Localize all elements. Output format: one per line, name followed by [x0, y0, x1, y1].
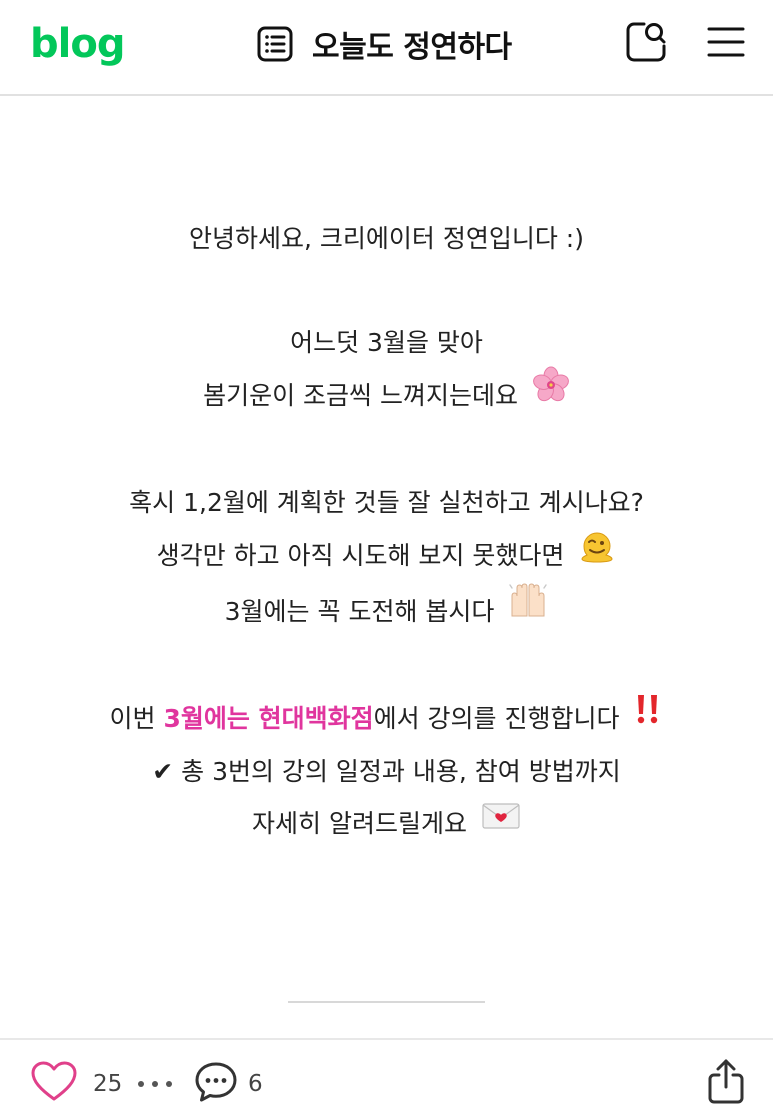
double-exclamation-emoji — [633, 691, 663, 743]
lecture-line-wrap: 이번 3월에는 현대백화점에서 강의를 진행합니다 — [0, 693, 773, 746]
more-button[interactable] — [136, 1070, 174, 1098]
share-icon — [706, 1058, 746, 1104]
spring-line-2-wrap: 봄기운이 조금씩 느껴지는데요 — [0, 366, 773, 425]
detail-line-2-wrap: 자세히 알려드릴게요 — [0, 798, 773, 851]
detail-line-2: 자세히 알려드릴게요 — [252, 809, 467, 838]
search-icon — [624, 20, 668, 64]
like-count: 25 — [93, 1071, 123, 1097]
blog-post-screen: blog 오늘도 정연하다 안녕하세요, 크리에이터 정연입니다:) 어느덧 … — [0, 0, 773, 1115]
love-letter-emoji — [481, 796, 521, 848]
blog-title: 오늘도 정연하다 — [312, 30, 512, 65]
cherry-blossom-emoji — [532, 366, 570, 422]
content-divider — [288, 1001, 485, 1003]
plan-line-2-wrap: 생각만 하고 아직 시도해 보지 못했다면 — [0, 529, 773, 585]
greeting-text: 안녕하세요, 크리에이터 정연입니다 :) — [189, 224, 584, 253]
heart-icon — [30, 1060, 78, 1102]
raised-hands-emoji — [508, 582, 548, 638]
plan-line-3-wrap: 3월에는 꼭 도전해 봅시다 — [0, 582, 773, 641]
like-button[interactable] — [30, 1060, 78, 1102]
detail-line-1: ✔ 총 3번의 강의 일정과 내용, 참여 방법까지 — [152, 757, 621, 786]
blog-logo[interactable]: blog — [30, 20, 125, 68]
plan-line-2: 생각만 하고 아직 시도해 보지 못했다면 — [156, 541, 565, 570]
lecture-highlight: 3월에는 현대백화점 — [163, 704, 374, 733]
comment-icon — [193, 1060, 239, 1104]
share-button[interactable] — [704, 1058, 748, 1104]
bottom-action-bar: 25 6 — [0, 1038, 773, 1115]
hamburger-menu-icon — [706, 24, 746, 60]
comment-count: 6 — [248, 1071, 263, 1097]
post-body: 안녕하세요, 크리에이터 정연입니다 :) 어느덧 3월을 맞아 봄기운이 조금… — [0, 96, 773, 1001]
menu-button[interactable] — [704, 20, 748, 64]
melting-face-emoji — [578, 526, 616, 582]
blog-title-area[interactable]: 오늘도 정연하다 — [256, 22, 512, 66]
search-button[interactable] — [624, 20, 668, 64]
list-icon — [256, 25, 294, 63]
plan-line-1: 혹시 1,2월에 계획한 것들 잘 실천하고 계시나요? — [129, 488, 644, 517]
greeting-paragraph: 안녕하세요, 크리에이터 정연입니다 :) — [0, 213, 773, 265]
spring-line-2: 봄기운이 조금씩 느껴지는데요 — [203, 381, 518, 410]
top-header: blog 오늘도 정연하다 — [0, 0, 773, 96]
lecture-prefix: 이번 — [109, 704, 164, 733]
plan-line-3: 3월에는 꼭 도전해 봅시다 — [224, 597, 495, 626]
more-dots-icon — [137, 1080, 173, 1088]
lecture-suffix: 에서 강의를 진행합니다 — [373, 704, 620, 733]
spring-line-1: 어느덧 3월을 맞아 — [290, 328, 483, 357]
plan-paragraph: 혹시 1,2월에 계획한 것들 잘 실천하고 계시나요? 생각만 하고 아직 시… — [0, 477, 773, 641]
spring-paragraph: 어느덧 3월을 맞아 봄기운이 조금씩 느껴지는데요 — [0, 317, 773, 425]
comment-button[interactable] — [193, 1060, 239, 1104]
lecture-paragraph: 이번 3월에는 현대백화점에서 강의를 진행합니다 ✔ 총 3번의 강의 일정과… — [0, 693, 773, 851]
